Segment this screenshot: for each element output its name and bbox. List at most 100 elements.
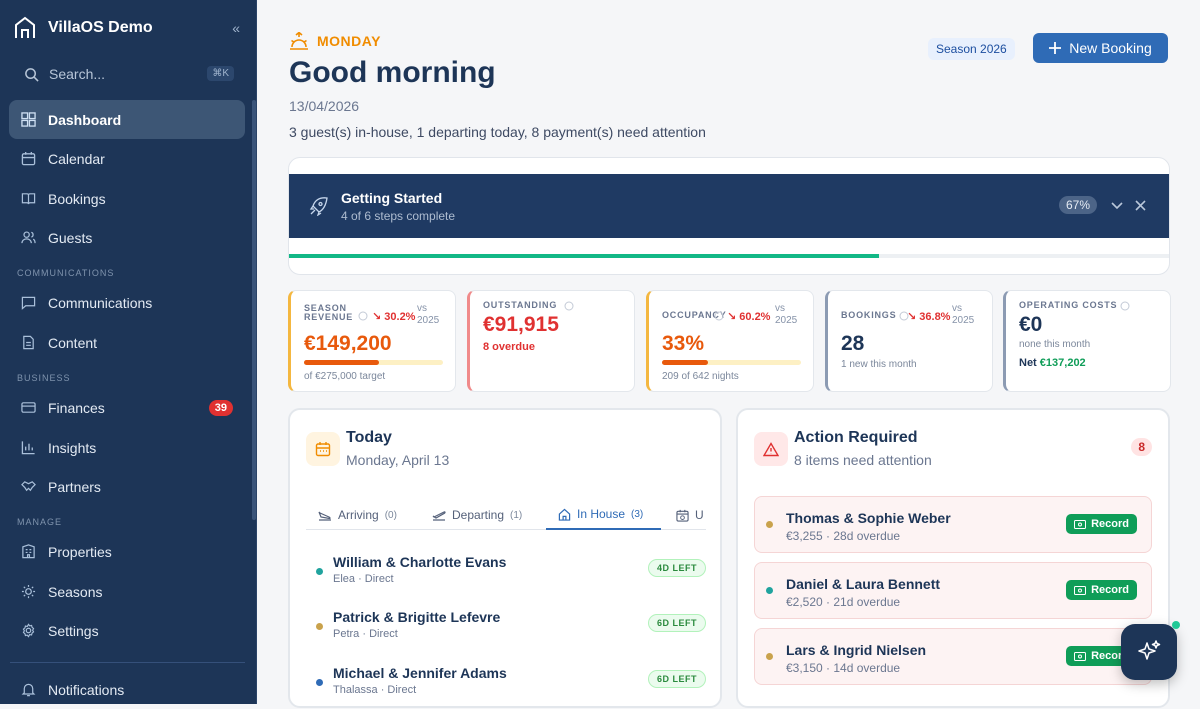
- guest-row[interactable]: Michael & Jennifer Adams Thalassa · Dire…: [316, 665, 706, 705]
- sparkles-icon: [1138, 640, 1161, 660]
- app-title: VillaOS Demo: [48, 19, 153, 36]
- sun-icon: [21, 584, 36, 599]
- tab-upcoming[interactable]: U: [676, 500, 704, 530]
- gear-icon: [22, 623, 35, 638]
- close-icon[interactable]: [1135, 200, 1146, 211]
- action-required-title: Action Required: [794, 429, 918, 446]
- action-item[interactable]: Thomas & Sophie Weber €3,255 · 28d overd…: [754, 496, 1152, 553]
- new-booking-button[interactable]: New Booking: [1033, 33, 1168, 63]
- kpi-bookings[interactable]: BOOKINGS ↘ 36.8% vs 2025 28 1 new this m…: [825, 290, 993, 392]
- sidebar-item-content[interactable]: Content: [9, 323, 245, 362]
- sidebar-item-insights[interactable]: Insights: [9, 428, 245, 467]
- sidebar-item-label: Dashboard: [48, 111, 122, 128]
- kpi-vs: vs 2025: [952, 303, 975, 326]
- tab-label: Arriving: [338, 508, 379, 522]
- guest-meta: Thalassa · Direct: [333, 684, 417, 696]
- sidebar-item-partners[interactable]: Partners: [9, 467, 245, 506]
- calendar-icon: [21, 151, 36, 166]
- sidebar-item-notifications[interactable]: Notifications: [9, 670, 245, 709]
- ai-assistant-button[interactable]: [1121, 624, 1177, 680]
- status-summary: 3 guest(s) in-house, 1 departing today, …: [289, 124, 706, 140]
- collapse-sidebar-icon[interactable]: «: [232, 20, 240, 36]
- search-placeholder: Search...: [49, 66, 106, 82]
- sidebar-item-label: Finances: [48, 399, 105, 416]
- today-subtitle: Monday, April 13: [346, 452, 450, 468]
- kpi-progress-fill: [662, 360, 708, 365]
- villa-logo-icon: [15, 16, 35, 38]
- kpi-note: 8 overdue: [483, 341, 535, 353]
- sidebar-item-settings[interactable]: Settings: [9, 611, 245, 650]
- sidebar-item-calendar[interactable]: Calendar: [9, 139, 245, 178]
- sidebar-item-label: Content: [48, 334, 98, 351]
- book-icon: [21, 193, 36, 205]
- guest-status-dot: [316, 623, 323, 630]
- action-item[interactable]: Lars & Ingrid Nielsen €3,150 · 14d overd…: [754, 628, 1152, 685]
- kpi-label: BOOKINGS: [841, 310, 897, 320]
- finances-badge: 39: [208, 399, 233, 416]
- kpi-note: of €275,000 target: [304, 371, 386, 382]
- sidebar-item-label: Guests: [48, 229, 93, 246]
- greeting-title: Good morning: [289, 56, 496, 89]
- home-icon: [558, 508, 571, 521]
- brand[interactable]: VillaOS Demo: [14, 14, 153, 42]
- tab-count: (0): [384, 509, 397, 521]
- sidebar-divider: [10, 662, 245, 663]
- kpi-occupancy[interactable]: OCCUPANCY ↘ 60.2% vs 2025 33% 209 of 642…: [646, 290, 814, 392]
- sidebar-item-bookings[interactable]: Bookings: [9, 179, 245, 218]
- sidebar-item-guests[interactable]: Guests: [9, 218, 245, 257]
- getting-started-header[interactable]: Getting Started 4 of 6 steps complete 67…: [289, 174, 1169, 238]
- getting-started-card: Getting Started 4 of 6 steps complete 67…: [288, 157, 1170, 275]
- search-input[interactable]: Search... ⌘K: [24, 62, 234, 86]
- tab-in-house[interactable]: In House (3): [546, 500, 661, 530]
- getting-started-title: Getting Started: [341, 190, 443, 206]
- guest-row[interactable]: Patrick & Brigitte Lefevre Petra · Direc…: [316, 609, 706, 649]
- users-icon: [21, 231, 36, 244]
- action-required-panel: Action Required 8 items need attention 8…: [736, 408, 1170, 708]
- guest-status-dot: [316, 568, 323, 575]
- sidebar-scrollbar[interactable]: [252, 100, 256, 520]
- getting-started-subtitle: 4 of 6 steps complete: [341, 209, 456, 223]
- day-label: MONDAY: [289, 32, 381, 50]
- sidebar-item-label: Calendar: [48, 150, 105, 167]
- sidebar-item-finances[interactable]: Finances 39: [9, 388, 245, 427]
- sidebar-item-communications[interactable]: Communications: [9, 283, 245, 322]
- rocket-icon: [309, 197, 328, 216]
- kpi-operating-costs[interactable]: OPERATING COSTS €0 none this month Net €…: [1003, 290, 1171, 392]
- sidebar-item-label: Seasons: [48, 583, 103, 600]
- season-badge[interactable]: Season 2026: [928, 38, 1015, 60]
- kpi-outstanding[interactable]: OUTSTANDING €91,915 8 overdue: [467, 290, 635, 392]
- days-left-badge: 6D LEFT: [647, 670, 706, 688]
- guest-meta: Petra · Direct: [333, 628, 398, 640]
- chevron-down-icon[interactable]: [1111, 202, 1123, 210]
- record-label: Record: [1091, 584, 1129, 596]
- sidebar-item-properties[interactable]: Properties: [9, 532, 245, 571]
- card-icon: [21, 402, 36, 413]
- today-tabs: Arriving (0) Departing (1) In House (3) U: [306, 500, 706, 530]
- kpi-value: 33%: [662, 332, 705, 355]
- days-left-badge: 4D LEFT: [647, 559, 706, 577]
- kpi-season-revenue[interactable]: SEASON REVENUE ↘ 30.2% vs 2025 €149,200 …: [288, 290, 456, 392]
- guest-name: Michael & Jennifer Adams: [333, 665, 507, 681]
- plane-takeoff-icon: [432, 511, 446, 521]
- search-shortcut: ⌘K: [207, 66, 234, 81]
- tab-departing[interactable]: Departing (1): [432, 500, 522, 530]
- kpi-net-label: Net: [1019, 357, 1037, 369]
- sidebar-item-label: Partners: [48, 478, 101, 495]
- guest-status-dot: [316, 679, 323, 686]
- action-item[interactable]: Daniel & Laura Bennett €2,520 · 21d over…: [754, 562, 1152, 619]
- online-indicator: [1172, 621, 1180, 629]
- tab-arriving[interactable]: Arriving (0): [318, 500, 397, 530]
- record-payment-button[interactable]: Record: [1066, 514, 1137, 534]
- getting-started-progress-fill: [289, 254, 879, 258]
- record-payment-button[interactable]: Record: [1066, 580, 1137, 600]
- guest-row[interactable]: William & Charlotte Evans Elea · Direct …: [316, 554, 706, 594]
- kpi-note: none this month: [1019, 339, 1091, 350]
- new-booking-label: New Booking: [1069, 40, 1152, 56]
- tab-count: (3): [631, 508, 644, 520]
- action-guest-name: Lars & Ingrid Nielsen: [786, 642, 927, 658]
- plus-icon: [1049, 42, 1062, 54]
- sidebar-item-dashboard[interactable]: Dashboard: [9, 100, 245, 139]
- guest-name: Patrick & Brigitte Lefevre: [333, 609, 501, 625]
- sidebar-item-seasons[interactable]: Seasons: [9, 572, 245, 611]
- kpi-delta: ↘ 30.2%: [372, 311, 416, 323]
